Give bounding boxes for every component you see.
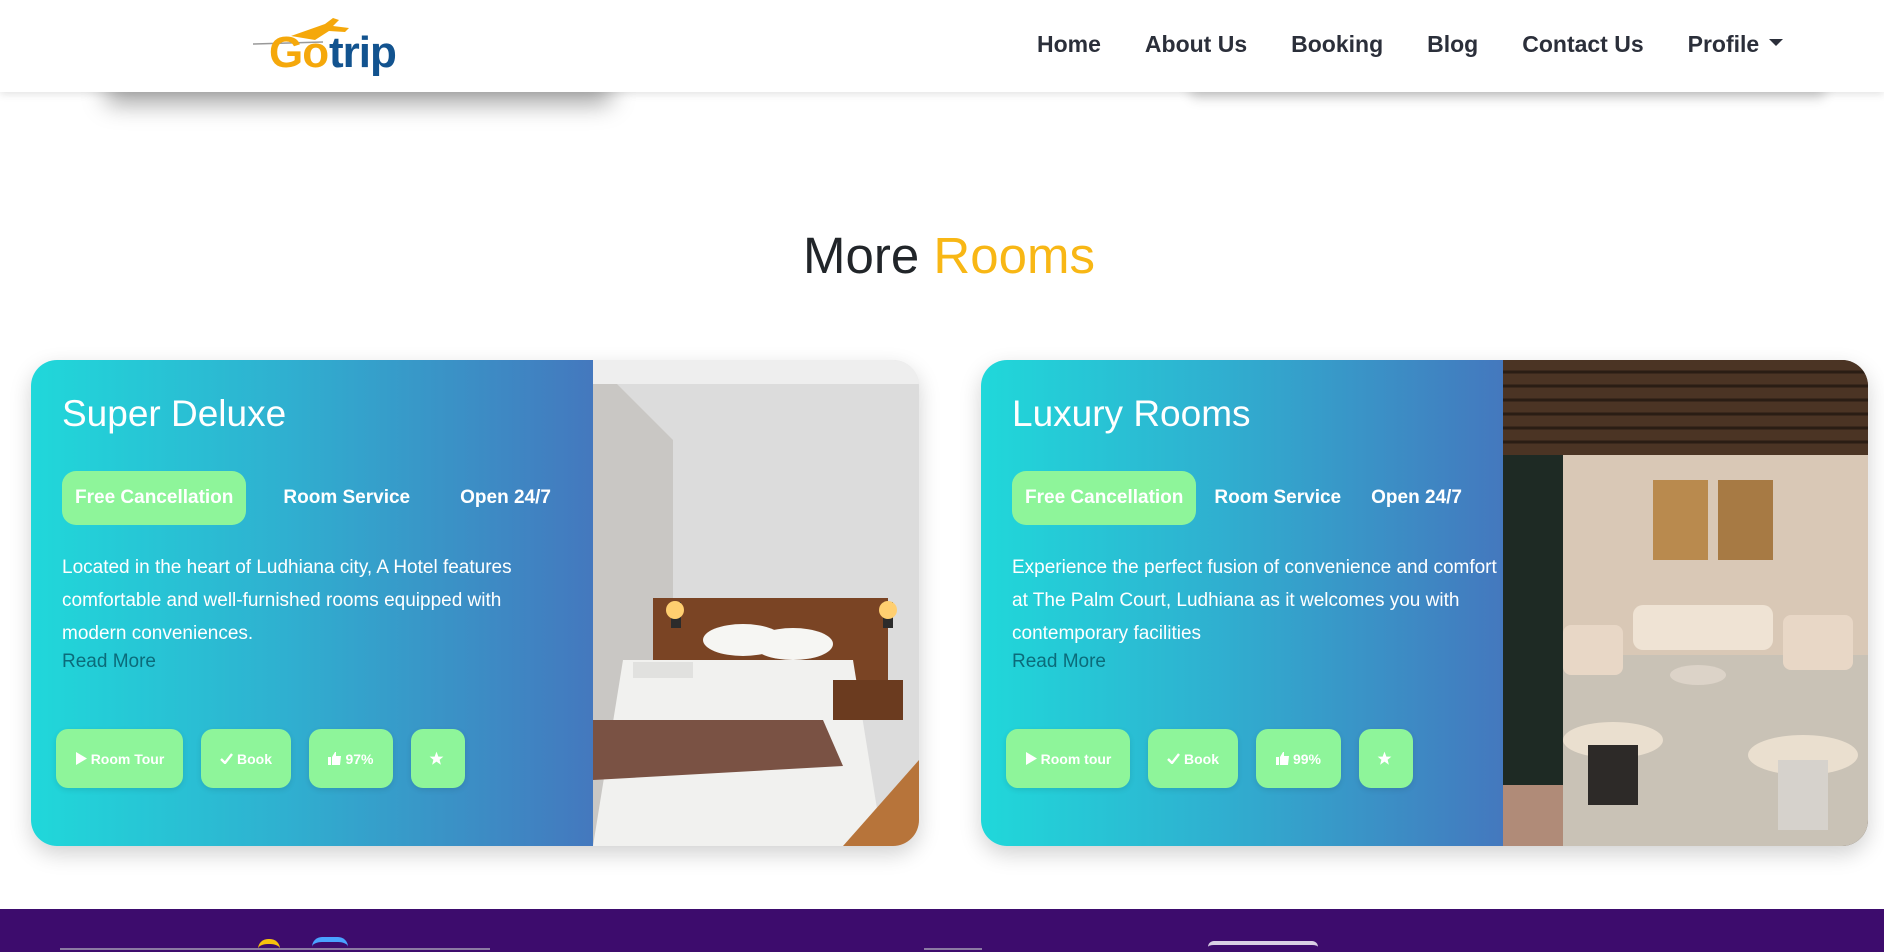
nav-home[interactable]: Home (1037, 31, 1101, 58)
tag-room-service: Room Service (283, 487, 411, 508)
nav-profile-label: Profile (1687, 31, 1760, 57)
nav-profile-dropdown[interactable]: Profile (1688, 31, 1784, 58)
check-icon (1167, 753, 1180, 764)
room-card-content: Luxury Rooms Free Cancellation Room Serv… (981, 360, 1503, 846)
room-tour-button[interactable]: Room Tour (56, 729, 183, 788)
room-image-lounge (1503, 360, 1868, 846)
book-button[interactable]: Book (1148, 729, 1238, 788)
room-tags: Free Cancellation Room Service Open 24/7 (1012, 471, 1462, 525)
logo-trip-text: trip (329, 28, 397, 77)
tag-free-cancellation: Free Cancellation (1012, 471, 1197, 525)
section-title-main: More (803, 227, 920, 284)
rating-button[interactable]: 97% (309, 729, 393, 788)
star-icon (1377, 751, 1391, 765)
room-tour-label: Room tour (1040, 750, 1112, 767)
room-tags: Free Cancellation Room Service Open 24/7 (62, 471, 551, 525)
main-nav: Home About Us Booking Blog Contact Us Pr… (1037, 31, 1827, 58)
logo-go-text: Go (269, 28, 329, 77)
tag-free-cancellation: Free Cancellation (62, 471, 247, 525)
footer (0, 909, 1884, 952)
check-icon (220, 753, 233, 764)
footer-divider (60, 948, 490, 950)
section-title: More Rooms (0, 226, 1884, 285)
nav-about-us[interactable]: About Us (1145, 31, 1247, 58)
navbar: Go trip Home About Us Booking Blog Conta… (0, 0, 1884, 92)
nav-contact-us[interactable]: Contact Us (1522, 31, 1643, 58)
read-more-link[interactable]: Read More (62, 651, 156, 673)
caret-down-icon (1769, 39, 1784, 47)
room-actions: Room tour Book 99% (1006, 729, 1431, 788)
room-description: Experience the perfect fusion of conveni… (1012, 557, 1497, 644)
nav-booking[interactable]: Booking (1291, 31, 1383, 58)
footer-logo-fragment (258, 939, 280, 952)
section-title-accent: Rooms (933, 227, 1095, 284)
play-icon (1025, 752, 1037, 765)
thumbs-up-icon (328, 752, 342, 765)
read-more-link[interactable]: Read More (1012, 651, 1106, 673)
favorite-button[interactable] (411, 729, 465, 788)
nav-blog[interactable]: Blog (1427, 31, 1478, 58)
rating-label: 97% (345, 750, 374, 767)
room-tour-button[interactable]: Room tour (1006, 729, 1130, 788)
room-card-luxury-rooms: Luxury Rooms Free Cancellation Room Serv… (981, 360, 1868, 846)
footer-divider (924, 948, 982, 950)
rating-button[interactable]: 99% (1256, 729, 1341, 788)
rating-label: 99% (1292, 750, 1322, 767)
room-actions: Room Tour Book 97% (56, 729, 483, 788)
room-card-super-deluxe: Super Deluxe Free Cancellation Room Serv… (31, 360, 919, 846)
tag-room-service: Room Service (1214, 487, 1342, 508)
room-image-bedroom (593, 360, 919, 846)
tag-open-24-7: Open 24/7 (460, 487, 551, 508)
favorite-button[interactable] (1359, 729, 1413, 788)
book-button[interactable]: Book (201, 729, 291, 788)
room-description: Located in the heart of Ludhiana city, A… (62, 557, 512, 644)
room-title: Super Deluxe (62, 393, 287, 434)
room-tour-label: Room Tour (90, 750, 165, 767)
gotrip-logo[interactable]: Go trip (253, 14, 403, 77)
tag-open-24-7: Open 24/7 (1371, 487, 1462, 508)
thumbs-up-icon (1275, 752, 1289, 765)
footer-heading-fragment (1208, 941, 1318, 952)
book-label: Book (237, 750, 272, 767)
play-icon (75, 752, 87, 765)
room-title: Luxury Rooms (1012, 393, 1251, 434)
star-icon (429, 751, 443, 765)
book-label: Book (1184, 750, 1219, 767)
room-card-content: Super Deluxe Free Cancellation Room Serv… (31, 360, 593, 846)
